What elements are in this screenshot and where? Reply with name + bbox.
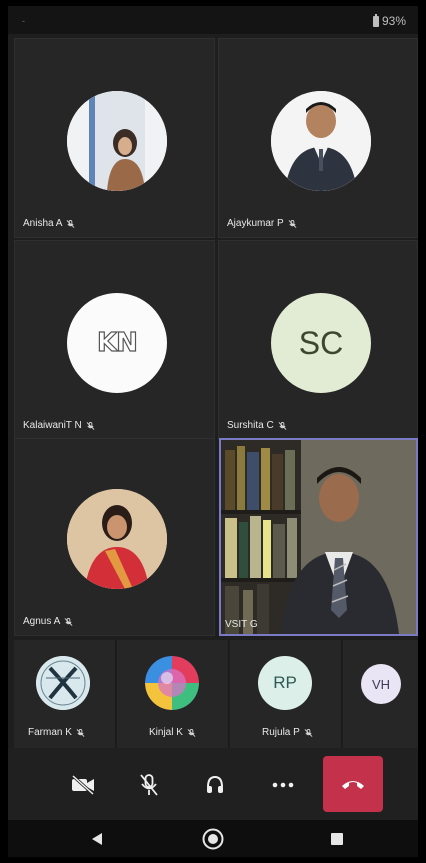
phone-hangup-icon: [342, 781, 364, 789]
participant-label: VSIT G: [225, 619, 258, 630]
status-bar: - 93%: [8, 6, 418, 34]
mic-toggle-button[interactable]: [126, 760, 172, 810]
call-controls: [8, 748, 418, 820]
participant-strip-kinjal[interactable]: Kinjal K: [117, 640, 229, 748]
mic-off-icon: [76, 728, 85, 737]
participant-avatar: [145, 656, 199, 710]
participant-tile-kalaiwani[interactable]: KN KalaiwaniT N: [14, 240, 215, 440]
nav-recents-button[interactable]: [326, 828, 348, 850]
camera-toggle-button[interactable]: [60, 760, 106, 810]
nav-back-button[interactable]: [86, 828, 108, 850]
participant-label: Surshita C: [227, 420, 287, 431]
participant-tile-vsit[interactable]: VSIT G: [219, 438, 418, 636]
colorful-avatar-icon: [145, 656, 199, 710]
participant-label: KalaiwaniT N: [23, 420, 95, 431]
participant-name: Kinjal K: [149, 727, 183, 738]
participant-initials: VH: [371, 676, 391, 692]
mic-off-icon: [86, 421, 95, 430]
participant-label: Agnus A: [23, 616, 73, 627]
more-dots-icon: [272, 782, 294, 788]
home-circle-icon: [202, 828, 224, 850]
mic-off-icon: [304, 728, 313, 737]
recents-square-icon: [331, 833, 343, 845]
participant-name: Farman K: [28, 727, 72, 738]
participant-avatar: [67, 489, 167, 589]
participant-avatar: VH: [361, 664, 401, 704]
mic-off-icon: [64, 617, 73, 626]
participant-tile-anisha[interactable]: Anisha A: [14, 38, 215, 238]
participant-label: Anisha A: [23, 218, 75, 229]
meeting-screen: - 93% Anisha A Ajaykumar P KN KalaiwaniT…: [8, 6, 418, 857]
more-options-button[interactable]: [260, 760, 306, 810]
mic-off-icon: [187, 728, 196, 737]
participant-name: VSIT G: [225, 619, 258, 630]
participant-avatar: [36, 656, 90, 710]
participant-tile-surshita[interactable]: SC Surshita C: [218, 240, 418, 440]
mic-off-icon: [67, 219, 75, 228]
battery-icon: [372, 13, 379, 27]
participant-strip-vh[interactable]: VH: [343, 640, 418, 748]
participant-name: KalaiwaniT N: [23, 420, 82, 431]
mic-off-icon: [288, 219, 297, 228]
avatar-photo-icon: [271, 91, 371, 191]
x-logo-icon: [36, 656, 90, 710]
status-indicator: -: [22, 16, 25, 26]
participant-label: Rujula P: [262, 727, 313, 738]
participant-label: Farman K: [28, 727, 85, 738]
participant-tile-agnus[interactable]: Agnus A: [14, 438, 215, 636]
participant-avatar: SC: [271, 293, 371, 393]
participant-name: Anisha A: [23, 218, 63, 229]
headset-icon: [207, 775, 223, 793]
participant-name: Rujula P: [262, 727, 300, 738]
mic-off-icon: [140, 774, 158, 796]
participant-initials: RP: [273, 673, 297, 692]
participant-avatar: [67, 91, 167, 191]
participant-name: Surshita C: [227, 420, 274, 431]
system-navigation-bar: [8, 820, 418, 857]
participant-strip-rujula[interactable]: RP Rujula P: [230, 640, 342, 748]
kn-logo: KN: [96, 327, 138, 358]
audio-options-button[interactable]: [192, 760, 238, 810]
nav-home-button[interactable]: [202, 828, 224, 850]
participant-label: Kinjal K: [149, 727, 196, 738]
participant-avatar: RP: [258, 656, 312, 710]
participant-avatar: [271, 91, 371, 191]
participant-label: Ajaykumar P: [227, 218, 297, 229]
participant-strip-farman[interactable]: Farman K: [14, 640, 116, 748]
camera-off-icon: [71, 774, 95, 796]
avatar-photo-icon: [67, 489, 167, 589]
video-feed: [221, 440, 416, 634]
hang-up-button[interactable]: [323, 756, 383, 812]
battery-percent: 93%: [381, 14, 406, 28]
participant-avatar: KN: [67, 293, 167, 393]
participant-initials: SC: [298, 324, 344, 361]
back-triangle-icon: [92, 833, 102, 845]
participant-name: Agnus A: [23, 616, 61, 627]
avatar-photo-icon: [67, 91, 167, 191]
mic-off-icon: [278, 421, 287, 430]
battery-status: 93%: [372, 13, 406, 28]
participant-name: Ajaykumar P: [227, 218, 284, 229]
participant-tile-ajaykumar[interactable]: Ajaykumar P: [218, 38, 418, 238]
